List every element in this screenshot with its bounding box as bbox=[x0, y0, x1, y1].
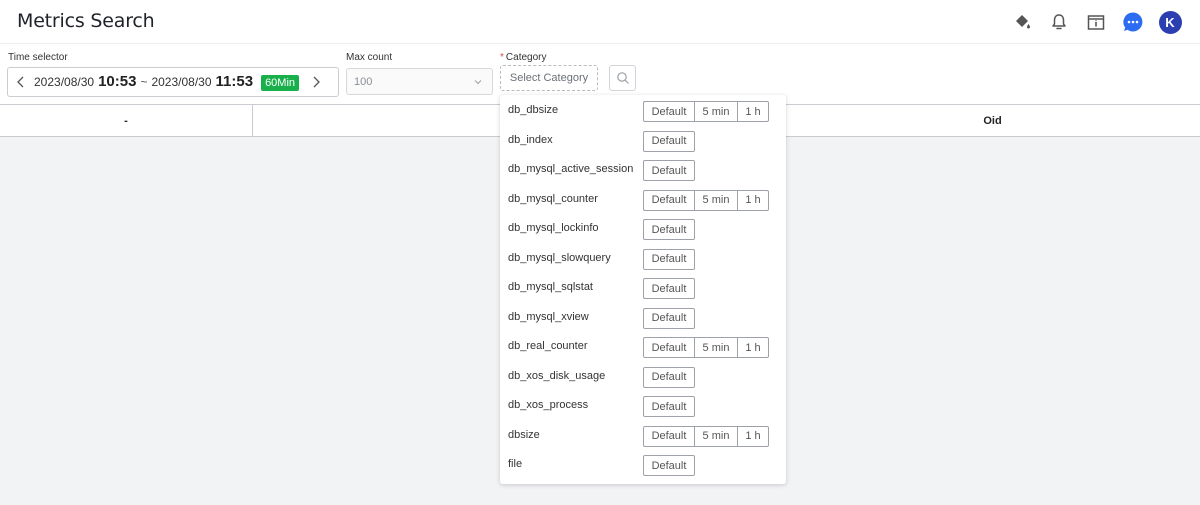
interval-option-button[interactable]: Default bbox=[643, 160, 695, 181]
interval-options: Default 5 min 1 h bbox=[643, 425, 769, 447]
category-select[interactable]: Select Category bbox=[500, 65, 598, 91]
category-name: db_xos_process bbox=[508, 399, 589, 411]
interval-option-button[interactable]: 5 min bbox=[695, 189, 738, 211]
category-name: db_mysql_xview bbox=[508, 310, 589, 323]
category-label: * Category bbox=[500, 52, 546, 63]
max-count-select[interactable]: 100 bbox=[346, 68, 493, 95]
category-option-row: dbsize Default 5 min 1 h bbox=[500, 424, 786, 450]
end-time: 11:53 bbox=[215, 73, 254, 90]
duration-badge[interactable]: 60Min bbox=[261, 75, 300, 91]
interval-option-button[interactable]: Default bbox=[643, 337, 695, 358]
category-name: db_xos_disk_usage bbox=[508, 369, 606, 382]
category-option-row: db_dbsize Default 5 min 1 h bbox=[500, 99, 786, 125]
chevron-right-icon[interactable] bbox=[303, 68, 329, 96]
header-toolbar: K bbox=[997, 10, 1182, 34]
search-icon bbox=[616, 72, 629, 84]
avatar-letter: K bbox=[1158, 10, 1182, 34]
interval-options: Default 5 min 1 h bbox=[643, 101, 769, 122]
category-name: db_mysql_active_session bbox=[508, 163, 634, 175]
category-name: dbsize bbox=[508, 428, 540, 441]
interval-option-button[interactable]: Default bbox=[643, 366, 695, 388]
category-name: db_mysql_sqlstat bbox=[508, 281, 593, 293]
interval-options: Default bbox=[643, 307, 695, 329]
start-time: 10:53 bbox=[98, 73, 137, 90]
max-count-value: 100 bbox=[354, 75, 373, 88]
start-date: 2023/08/30 bbox=[34, 75, 95, 89]
app-header: Metrics Search K bbox=[0, 0, 1200, 44]
time-selector[interactable]: 2023/08/30 10:53 ~ 2023/08/30 11:53 60Mi… bbox=[7, 67, 339, 97]
interval-option-button[interactable]: Default bbox=[643, 396, 695, 417]
category-name: db_real_counter bbox=[508, 340, 588, 352]
category-option-row: db_mysql_lockinfo Default bbox=[500, 217, 786, 243]
range-separator: ~ bbox=[140, 75, 148, 89]
interval-option-button[interactable]: 5 min bbox=[695, 101, 738, 122]
interval-option-button[interactable]: 5 min bbox=[695, 337, 738, 358]
interval-option-button[interactable]: Default bbox=[643, 189, 695, 211]
category-option-row: db_mysql_active_session Default bbox=[500, 158, 786, 184]
column-header[interactable]: Oid bbox=[785, 105, 1200, 136]
interval-options: Default 5 min 1 h bbox=[643, 337, 769, 358]
category-name: db_dbsize bbox=[508, 104, 559, 116]
category-name: db_mysql_slowquery bbox=[508, 251, 611, 264]
interval-options: Default bbox=[643, 455, 695, 476]
category-option-row: db_index Default bbox=[500, 129, 786, 155]
interval-option-button[interactable]: Default bbox=[643, 101, 695, 122]
interval-option-button[interactable]: Default bbox=[643, 425, 695, 447]
chat-icon[interactable] bbox=[1121, 10, 1145, 34]
interval-option-button[interactable]: Default bbox=[643, 248, 695, 270]
category-option-row: db_mysql_counter Default 5 min 1 h bbox=[500, 188, 786, 214]
interval-options: Default bbox=[643, 219, 695, 240]
bell-icon[interactable] bbox=[1047, 10, 1071, 34]
category-label-text: Category bbox=[505, 52, 547, 63]
category-dropdown: db_dbsize Default 5 min 1 h db_index Default d… bbox=[500, 95, 786, 484]
interval-options: Default bbox=[643, 278, 695, 299]
search-button[interactable] bbox=[609, 65, 636, 91]
category-option-row: db_mysql_sqlstat Default bbox=[500, 276, 786, 302]
interval-options: Default bbox=[643, 160, 695, 181]
interval-option-button[interactable]: Default bbox=[643, 130, 695, 152]
end-date: 2023/08/30 bbox=[151, 75, 212, 89]
interval-option-button[interactable]: Default bbox=[643, 307, 695, 329]
category-name: db_mysql_lockinfo bbox=[508, 222, 599, 234]
category-option-row: db_xos_disk_usage Default bbox=[500, 365, 786, 391]
interval-option-button[interactable]: Default bbox=[643, 455, 695, 476]
category-name: db_index bbox=[508, 133, 553, 146]
category-name: db_mysql_counter bbox=[508, 192, 598, 205]
chevron-left-icon[interactable] bbox=[8, 68, 34, 96]
interval-option-button[interactable]: 1 h bbox=[738, 101, 769, 122]
interval-options: Default 5 min 1 h bbox=[643, 189, 769, 211]
time-range: 2023/08/30 10:53 ~ 2023/08/30 11:53 60Mi… bbox=[34, 73, 300, 91]
interval-options: Default bbox=[643, 366, 695, 388]
interval-option-button[interactable]: 5 min bbox=[695, 425, 738, 447]
page-title: Metrics Search bbox=[17, 10, 155, 32]
info-panel-icon[interactable] bbox=[1084, 10, 1108, 34]
category-option-row: db_mysql_slowquery Default bbox=[500, 247, 786, 273]
chevron-down-icon bbox=[474, 77, 482, 89]
category-option-row: db_mysql_xview Default bbox=[500, 306, 786, 332]
interval-option-button[interactable]: Default bbox=[643, 278, 695, 299]
required-marker: * bbox=[500, 52, 504, 63]
interval-option-button[interactable]: Default bbox=[643, 219, 695, 240]
interval-option-button[interactable]: 1 h bbox=[738, 189, 769, 211]
column-header[interactable]: - bbox=[0, 105, 253, 136]
category-name: file bbox=[508, 458, 523, 470]
interval-options: Default bbox=[643, 396, 695, 417]
interval-option-button[interactable]: 1 h bbox=[738, 337, 769, 358]
time-selector-label: Time selector bbox=[8, 52, 68, 63]
interval-options: Default bbox=[643, 248, 695, 270]
user-avatar[interactable]: K bbox=[1158, 10, 1182, 34]
interval-option-button[interactable]: 1 h bbox=[738, 425, 769, 447]
max-count-label: Max count bbox=[346, 52, 393, 63]
category-option-row: db_xos_process Default bbox=[500, 394, 786, 420]
interval-options: Default bbox=[643, 130, 695, 152]
category-option-row: db_real_counter Default 5 min 1 h bbox=[500, 335, 786, 361]
category-option-row: file Default bbox=[500, 453, 786, 479]
paint-bucket-icon[interactable] bbox=[1010, 10, 1034, 34]
